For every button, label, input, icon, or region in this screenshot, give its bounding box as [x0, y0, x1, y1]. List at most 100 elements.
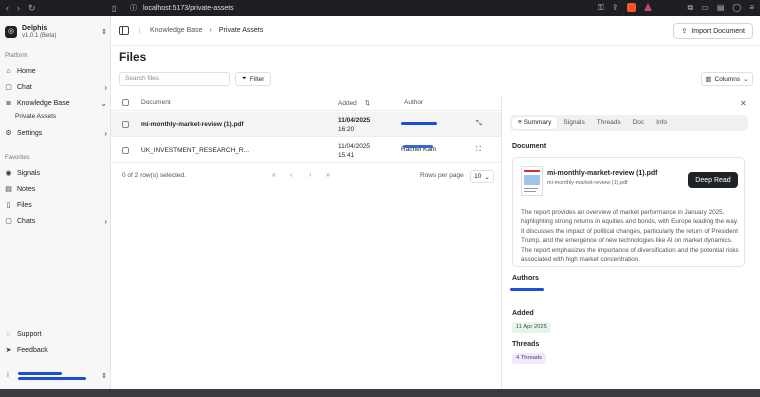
user-menu[interactable]: I ⇕	[4, 367, 107, 385]
rows-per-page-value: 10	[474, 173, 482, 180]
select-all-checkbox[interactable]	[122, 99, 129, 106]
avatar: I	[7, 373, 9, 379]
table-row[interactable]: mi-monthly-market-review (1).pdf 11/04/2…	[111, 112, 501, 137]
tab-signals[interactable]: Signals	[557, 117, 590, 129]
tab-info[interactable]: Info	[650, 117, 673, 129]
favorites-label: Favorites	[5, 155, 30, 161]
document-name[interactable]: mi-monthly-market-review (1).pdf	[141, 121, 244, 128]
forward-icon[interactable]: ›	[17, 3, 20, 14]
upload-icon: ⇪	[681, 28, 688, 35]
rows-per-page-select[interactable]: 10 ⌄	[470, 170, 494, 183]
selection-status: 0 of 2 row(s) selected.	[122, 172, 186, 179]
import-document-button[interactable]: ⇪ Import Document	[673, 23, 753, 39]
sidebar-item-notes[interactable]: ▤ Notes	[4, 182, 107, 196]
sidebar-icon[interactable]: ▭	[701, 3, 709, 13]
table-header: Document Added ⇅ Author	[111, 95, 501, 111]
last-page-icon[interactable]: »	[326, 172, 330, 179]
browser-toolbar: ‹ › ↻ ▯ ⓘ localhost:5173/private-assets …	[0, 0, 760, 16]
breadcrumb-knowledge-base[interactable]: Knowledge Base	[150, 27, 203, 34]
rows-per-page-label: Rows per page	[420, 172, 464, 179]
deep-read-button[interactable]: Deep Read	[688, 172, 738, 188]
tab-summary[interactable]: ≡ Summary	[512, 117, 558, 129]
expand-icon[interactable]: ⛶	[476, 146, 481, 154]
panel-tabs: ≡ Summary Signals Threads Doc Info	[510, 115, 748, 131]
back-icon[interactable]: ‹	[6, 3, 9, 14]
sidebar-item-label: Chats	[17, 217, 36, 225]
breadcrumb: Knowledge Base › Private Assets	[139, 27, 263, 34]
taskbar	[0, 389, 760, 397]
next-page-icon[interactable]: ›	[309, 172, 311, 179]
gear-icon: ⚙	[5, 130, 12, 137]
address-bar[interactable]: ⓘ localhost:5173/private-assets	[130, 3, 234, 13]
redacted-user-name	[18, 372, 86, 380]
added-cell: 11/04/2025 15:41	[338, 142, 370, 160]
browser-nav: ‹ › ↻	[0, 3, 112, 14]
document-thumbnail	[521, 166, 543, 196]
columns-icon: ▥	[705, 76, 712, 83]
share-icon[interactable]: ⇪	[612, 3, 619, 13]
threads-badge[interactable]: 4 Threads	[512, 353, 546, 364]
sidebar-item-settings[interactable]: ⚙ Settings ›	[4, 126, 107, 140]
wallet-icon[interactable]: ▤	[717, 3, 725, 13]
key-icon[interactable]: ⚿	[598, 3, 604, 13]
menu-icon[interactable]: ≡	[749, 3, 754, 13]
close-icon[interactable]: ✕	[740, 99, 747, 108]
document-title: mi-monthly-market-review (1).pdf	[547, 170, 658, 177]
brave-shield-icon[interactable]	[626, 3, 636, 12]
sidebar-item-signals[interactable]: ◉ Signals	[4, 166, 107, 180]
site-info-icon[interactable]: ⓘ	[130, 3, 137, 13]
row-checkbox[interactable]	[122, 121, 129, 128]
sidebar-toggle-icon[interactable]	[119, 26, 129, 35]
chevron-right-icon: ›	[104, 82, 107, 92]
sidebar-item-label: Home	[17, 67, 36, 75]
sort-icon: ⇅	[364, 100, 371, 107]
added-date: 11/04/2025	[338, 117, 371, 124]
sidebar-item-chat[interactable]: ▢ Chat ›	[4, 80, 107, 94]
chevron-updown-icon: ⇕	[101, 373, 107, 380]
url-text: localhost:5173/private-assets	[143, 4, 234, 12]
sidebar-item-chats[interactable]: ▢ Chats ›	[4, 214, 107, 228]
sidebar-item-files[interactable]: ▯ Files	[4, 198, 107, 212]
reload-icon[interactable]: ↻	[28, 3, 36, 14]
filter-icon: ⏷	[241, 75, 247, 82]
brave-rewards-icon[interactable]	[643, 3, 652, 11]
document-detail-panel: ✕ ≡ Summary Signals Threads Doc Info Doc…	[501, 95, 760, 389]
search-input[interactable]: Search files	[119, 72, 230, 86]
sidebar-subitem-private-assets[interactable]: Private Assets	[15, 113, 56, 120]
sidebar-item-support[interactable]: ◌ Support	[4, 327, 107, 341]
tab-threads[interactable]: Threads	[591, 117, 627, 129]
column-added[interactable]: Added ⇅	[338, 99, 370, 107]
first-page-icon[interactable]: «	[272, 172, 276, 179]
tab-doc[interactable]: Doc	[627, 117, 651, 129]
sidebar-item-label: Support	[17, 330, 42, 338]
sidebar-item-label: Files	[17, 201, 32, 209]
added-cell: 11/04/2025 16:20	[338, 116, 370, 134]
profile-icon[interactable]: ◯	[732, 3, 741, 13]
app-version: v1.0.1 (Beta)	[22, 33, 57, 39]
notes-icon: ▤	[5, 186, 12, 193]
sidebar-item-home[interactable]: ⌂ Home	[4, 64, 107, 78]
sidebar: ◎ Delphis v1.0.1 (Beta) ⇕ Platform ⌂ Hom…	[0, 16, 111, 389]
columns-button[interactable]: ▥ Columns ⌄	[701, 72, 753, 86]
chevron-down-icon: ⌄	[484, 173, 490, 181]
table-row[interactable]: UK_INVESTMENT_RESEARCH_R... 11/04/2025 1…	[111, 138, 501, 163]
redacted-author	[401, 122, 437, 125]
redacted-author-list	[510, 288, 544, 291]
bookmark-icon[interactable]: ▯	[112, 4, 122, 13]
sidebar-item-label: Knowledge Base	[17, 99, 70, 107]
browser-extensions: ⚿ ⇪ ⧉ ▭ ▤ ◯ ≡	[598, 3, 760, 13]
sidebar-item-knowledge-base[interactable]: ≣ Knowledge Base ⌄	[4, 96, 107, 110]
extensions-icon[interactable]: ⧉	[688, 3, 694, 13]
document-name[interactable]: UK_INVESTMENT_RESEARCH_R...	[141, 147, 249, 154]
column-document: Document	[141, 99, 171, 106]
sidebar-item-feedback[interactable]: ➤ Feedback	[4, 343, 107, 357]
added-time: 15:41	[338, 152, 355, 159]
filter-button[interactable]: ⏷ Filter	[235, 72, 271, 86]
prev-page-icon[interactable]: ‹	[290, 172, 292, 179]
added-time: 16:20	[338, 126, 355, 133]
redacted-author	[403, 145, 437, 148]
collapse-icon[interactable]: ⤡	[476, 120, 482, 128]
row-checkbox[interactable]	[122, 147, 129, 154]
document-summary: The report provides an overview of marke…	[521, 209, 739, 264]
app-switcher[interactable]: ◎ Delphis v1.0.1 (Beta) ⇕	[5, 22, 107, 42]
